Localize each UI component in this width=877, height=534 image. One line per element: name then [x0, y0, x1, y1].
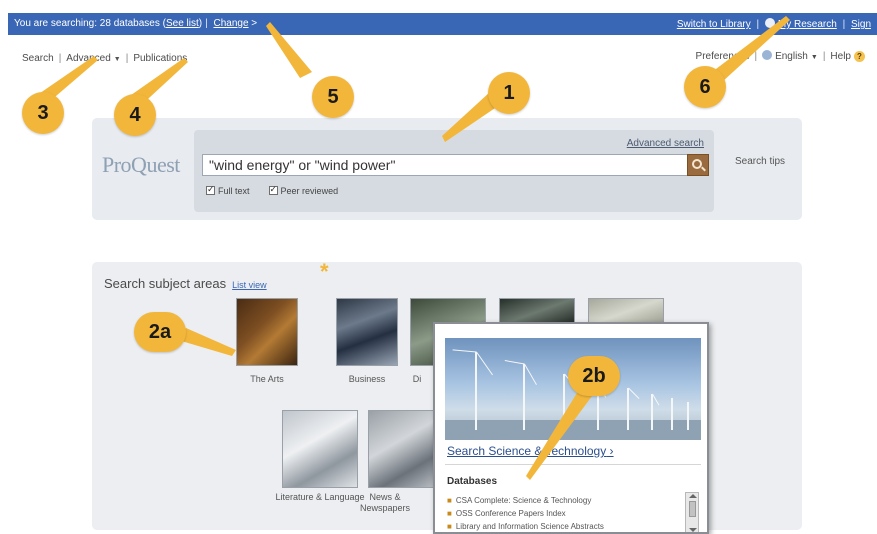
nav-advanced[interactable]: Advanced ▼ [66, 53, 120, 64]
databases-list: ■ CSA Complete: Science & Technology ■ OSS… [447, 494, 685, 532]
callout-6: 6 [684, 66, 726, 108]
callout-3: 3 [22, 92, 64, 134]
scroll-down-icon[interactable] [689, 528, 697, 532]
globe-icon [762, 50, 773, 60]
callout-2a: 2a [134, 312, 186, 352]
help-icon: ? [854, 51, 865, 62]
scroll-thumb[interactable] [689, 501, 696, 517]
list-view-link[interactable]: List view [232, 280, 267, 290]
subject-tile-arts[interactable] [236, 298, 298, 366]
callout-1: 1 [488, 72, 530, 114]
nav-search[interactable]: Search [22, 53, 54, 64]
subject-label-literature: Literature & Language [275, 492, 365, 502]
subject-label-news: News & Newspapers [359, 492, 411, 513]
main-nav: Search | Advanced ▼ | Publications [22, 53, 188, 64]
callout-5: 5 [312, 76, 354, 118]
database-item[interactable]: ■ OSS Conference Papers Index [447, 507, 685, 520]
peer-reviewed-label: Peer reviewed [280, 186, 339, 196]
popup-divider [445, 464, 701, 465]
database-status: You are searching: 28 databases (See lis… [14, 18, 258, 29]
chevron-down-icon: ▼ [113, 56, 121, 63]
subject-label-arts: The Arts [250, 374, 284, 384]
help-link[interactable]: Help [830, 51, 851, 62]
searching-text: You are searching: 28 databases [14, 18, 160, 29]
subject-preview-popup: Search Science & Technology › Databases … [433, 322, 709, 534]
change-databases-link[interactable]: Change [214, 18, 249, 29]
search-box: Advanced search Full text Peer reviewed [194, 130, 714, 212]
nav-publications[interactable]: Publications [133, 53, 187, 64]
switch-link[interactable]: Switch to Library [677, 19, 751, 30]
subject-areas-heading: Search subject areas List view [104, 276, 267, 291]
search-panel: ProQuest Advanced search Full text Peer … [92, 118, 802, 220]
callout-2b: 2b [568, 356, 620, 396]
subject-tile-literature[interactable] [282, 410, 358, 488]
callout-4: 4 [114, 94, 156, 136]
database-item[interactable]: ■ Library and Information Science Abstrac… [447, 520, 685, 532]
search-limits: Full text Peer reviewed [206, 184, 339, 196]
proquest-logo: ProQuest [102, 152, 180, 177]
databases-heading: Databases [447, 476, 498, 487]
top-bar: You are searching: 28 databases (See lis… [8, 13, 877, 35]
screenshot-frame: You are searching: 28 databases (See lis… [0, 0, 877, 534]
nav-advanced-label: Advanced [66, 53, 111, 64]
full-text-checkbox[interactable] [206, 184, 215, 195]
account-links: Switch to Library | My Research | Sign [676, 18, 871, 30]
see-list-link[interactable]: See list [166, 18, 199, 29]
sign-out-link[interactable]: Sign [851, 19, 871, 30]
language-select[interactable]: English [775, 51, 808, 62]
subject-tile-business[interactable] [336, 298, 398, 366]
utility-nav: Preferences | English ▼ | Help? [696, 50, 865, 62]
advanced-search-link[interactable]: Advanced search [627, 138, 704, 149]
search-science-technology-link[interactable]: Search Science & Technology › [447, 444, 614, 458]
profile-icon [764, 18, 775, 28]
my-research-link[interactable]: My Research [778, 19, 837, 30]
search-input[interactable] [202, 154, 688, 176]
databases-scrollbar[interactable] [685, 492, 699, 532]
subject-areas-title: Search subject areas [104, 276, 227, 291]
scroll-up-icon[interactable] [689, 494, 697, 498]
chevron-down-icon: ▼ [810, 54, 818, 61]
highlight-star-icon: * [320, 259, 329, 284]
search-tips-link[interactable]: Search tips [735, 156, 785, 167]
full-text-label: Full text [218, 186, 250, 196]
database-item[interactable]: ■ CSA Complete: Science & Technology [447, 494, 685, 507]
preferences-link[interactable]: Preferences [696, 51, 750, 62]
peer-reviewed-checkbox[interactable] [268, 184, 278, 195]
search-button[interactable] [687, 154, 709, 176]
